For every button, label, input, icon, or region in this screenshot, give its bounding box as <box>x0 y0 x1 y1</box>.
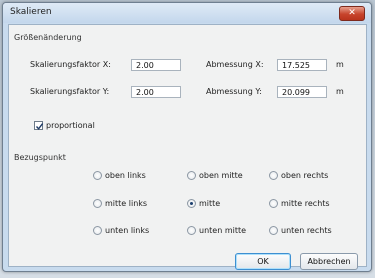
radio-oben-rechts[interactable] <box>269 171 278 180</box>
proportional-checkbox[interactable] <box>34 121 44 130</box>
radio-mitte-links-label: mitte links <box>105 199 148 208</box>
radio-mitte-links[interactable] <box>93 199 102 208</box>
dimension-x-label: Abmessung X: <box>206 60 264 69</box>
proportional-label: proportional <box>46 121 95 130</box>
dialog-body: Größenänderung Skalierungsfaktor X: 2.00… <box>8 24 367 270</box>
cancel-button[interactable]: Abbrechen <box>300 253 358 270</box>
radio-unten-links-label: unten links <box>105 226 150 235</box>
radio-mitte-label: mitte <box>199 199 221 208</box>
window-title: Skalieren <box>10 7 52 17</box>
dimension-x-input[interactable]: 17.525 <box>277 59 327 71</box>
close-button[interactable]: ✕ <box>339 6 365 21</box>
radio-unten-mitte[interactable] <box>187 226 196 235</box>
close-icon: ✕ <box>348 8 356 18</box>
scale-dialog: Skalieren ✕ Größenänderung Skalierungsfa… <box>2 2 372 272</box>
radio-oben-links-label: oben links <box>105 171 146 180</box>
scale-x-label: Skalierungsfaktor X: <box>30 60 111 69</box>
dimension-y-input[interactable]: 20.099 <box>277 86 327 98</box>
radio-oben-mitte[interactable] <box>187 171 196 180</box>
scale-y-label: Skalierungsfaktor Y: <box>30 87 110 96</box>
checkmark-icon <box>35 123 44 130</box>
radio-mitte-rechts[interactable] <box>269 199 278 208</box>
dimension-x-unit: m <box>336 60 344 69</box>
resize-group-title: Größenänderung <box>14 33 82 42</box>
reference-group-title: Bezugspunkt <box>14 153 66 162</box>
radio-unten-links[interactable] <box>93 226 102 235</box>
scale-y-input[interactable]: 2.00 <box>131 86 181 98</box>
radio-oben-links[interactable] <box>93 171 102 180</box>
radio-oben-rechts-label: oben rechts <box>281 171 329 180</box>
radio-mitte-rechts-label: mitte rechts <box>281 199 330 208</box>
radio-unten-mitte-label: unten mitte <box>199 226 247 235</box>
ok-button[interactable]: OK <box>235 253 291 270</box>
radio-unten-rechts[interactable] <box>269 226 278 235</box>
scale-x-input[interactable]: 2.00 <box>131 59 181 71</box>
radio-unten-rechts-label: unten rechts <box>281 226 332 235</box>
dimension-y-unit: m <box>336 87 344 96</box>
dimension-y-label: Abmessung Y: <box>206 87 262 96</box>
radio-mitte[interactable] <box>187 199 196 208</box>
title-bar: Skalieren ✕ <box>3 3 371 23</box>
radio-oben-mitte-label: oben mitte <box>199 171 243 180</box>
